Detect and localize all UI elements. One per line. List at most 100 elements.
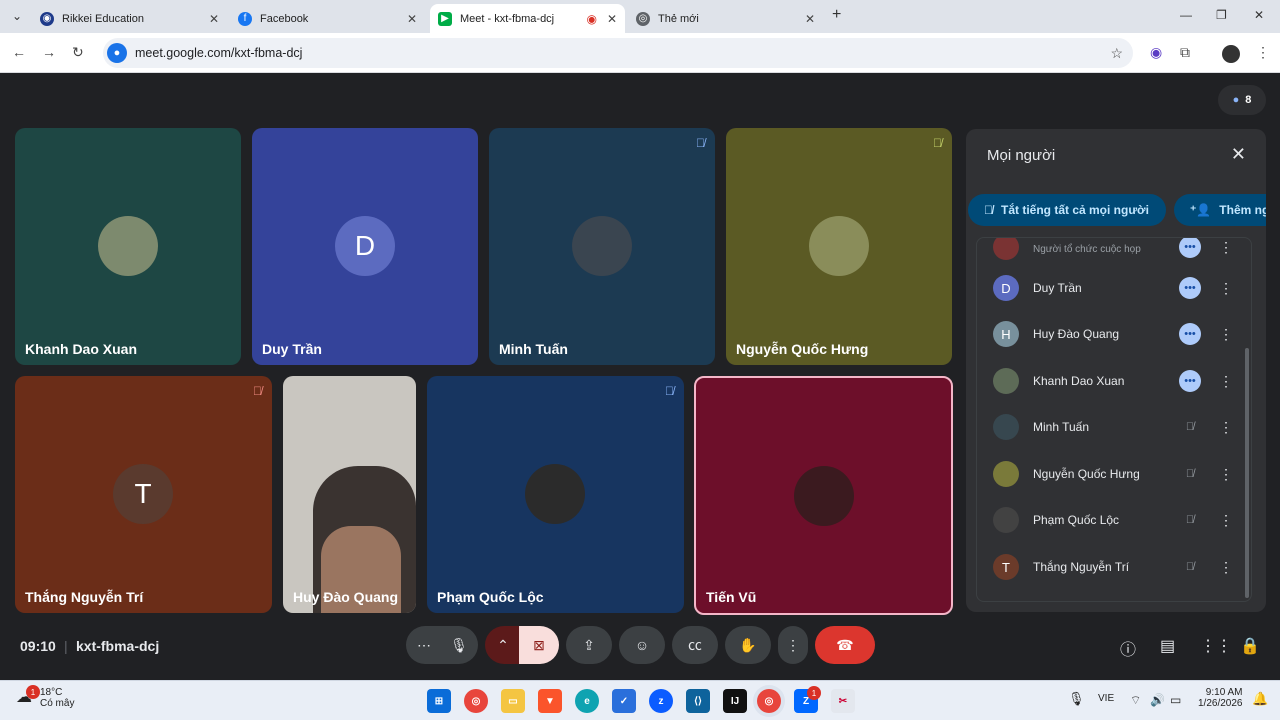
audio-options-button[interactable]: ⋯ <box>406 626 442 664</box>
recording-icon: ◉ <box>586 11 597 26</box>
add-people-button[interactable]: ⁺👤 Thêm người <box>1174 194 1266 226</box>
browser-menu-icon[interactable]: ⋮ <box>1256 44 1270 61</box>
list-item[interactable]: Khanh Dao Xuan ••• ⋮ <box>977 358 1251 404</box>
minimize-icon[interactable]: — <box>1180 8 1192 22</box>
reload-icon[interactable]: ↻ <box>72 44 84 61</box>
edge-icon[interactable]: e <box>575 689 599 713</box>
video-tile[interactable]: 🎙̸ T Thắng Nguyễn Trí <box>15 376 272 613</box>
close-panel-icon[interactable]: ✕ <box>1231 144 1246 165</box>
windows-start-icon[interactable]: ⊞ <box>427 689 451 713</box>
list-item[interactable]: Minh Tuấn 🎙̸ ⋮ <box>977 404 1251 450</box>
video-tile[interactable]: 🎙̸ Phạm Quốc Lộc <box>427 376 684 613</box>
list-item[interactable]: D Duy Trần ••• ⋮ <box>977 265 1251 311</box>
close-tab-icon[interactable]: ✕ <box>805 12 815 26</box>
close-window-icon[interactable]: ✕ <box>1254 8 1264 22</box>
profile-avatar[interactable] <box>1222 45 1240 63</box>
more-options-icon[interactable]: ⋮ <box>1219 326 1233 343</box>
video-tile-active-speaker[interactable]: Tiến Vũ <box>694 376 953 615</box>
system-clock[interactable]: 9:10 AM 1/26/2026 <box>1198 687 1243 709</box>
tab-title: Meet - kxt-fbma-dcj <box>460 12 555 25</box>
back-icon[interactable]: ← <box>12 44 26 60</box>
notification-bell-icon[interactable]: 🔔 <box>1252 691 1268 707</box>
intellij-icon[interactable]: IJ <box>723 689 747 713</box>
more-options-icon[interactable]: ⋮ <box>1219 559 1233 576</box>
list-item[interactable]: T Thắng Nguyễn Trí 🎙̸ ⋮ <box>977 544 1251 590</box>
more-options-icon[interactable]: ⋮ <box>1219 466 1233 483</box>
more-options-icon[interactable]: ⋮ <box>1219 419 1233 436</box>
avatar <box>993 461 1019 487</box>
url-text[interactable]: meet.google.com/kxt-fbma-dcj <box>135 46 302 60</box>
microphone-tray-icon[interactable]: 🎙 <box>1068 691 1085 707</box>
tab-meet[interactable]: ▶ Meet - kxt-fbma-dcj ◉ ✕ <box>430 4 625 33</box>
chat-icon[interactable]: ▤ <box>1160 636 1175 656</box>
list-item[interactable]: H Huy Đào Quang ••• ⋮ <box>977 311 1251 357</box>
snipping-tool-icon[interactable]: ✂ <box>831 689 855 713</box>
rikkei-favicon: ◉ <box>40 11 54 26</box>
host-label: Người tổ chức cuộc họp <box>1033 244 1141 255</box>
brave-icon[interactable]: ▼ <box>538 689 562 713</box>
close-tab-icon[interactable]: ✕ <box>209 12 219 26</box>
camera-toggle-button[interactable]: ⊠ <box>519 626 559 664</box>
video-tile[interactable]: Huy Đào Quang <box>283 376 416 613</box>
avatar <box>993 507 1019 533</box>
input-language[interactable]: VIE <box>1098 693 1114 704</box>
extensions-puzzle-icon[interactable]: ⧉ <box>1180 44 1190 61</box>
mic-muted-icon[interactable]: 🎙̸ <box>1179 463 1201 485</box>
more-options-icon[interactable]: ⋮ <box>1219 239 1233 256</box>
chrome-active-icon[interactable]: ◎ <box>757 689 781 713</box>
battery-icon[interactable]: ▭ <box>1170 693 1181 707</box>
tab-rikkei[interactable]: ◉ Rikkei Education ✕ <box>32 4 227 33</box>
close-tab-icon[interactable]: ✕ <box>607 12 617 26</box>
mic-muted-icon[interactable]: 🎙̸ <box>1179 416 1201 438</box>
more-options-icon[interactable]: ⋮ <box>1219 280 1233 297</box>
mute-all-label: Tắt tiếng tất cả mọi người <box>1001 203 1149 217</box>
more-options-icon[interactable]: ⋮ <box>1219 373 1233 390</box>
list-item[interactable]: Nguyễn Quốc Hưng 🎙̸ ⋮ <box>977 451 1251 497</box>
raise-hand-button[interactable]: ✋ <box>725 626 771 664</box>
mic-in-use-icon[interactable]: ● <box>107 43 127 63</box>
bookmark-star-icon[interactable]: ☆ <box>1110 45 1123 62</box>
video-tile[interactable]: Khanh Dao Xuan <box>15 128 241 365</box>
weather-widget[interactable]: ☁ 18°C Có mây <box>16 687 74 709</box>
leave-call-button[interactable]: ☎ <box>815 626 875 664</box>
video-tile[interactable]: 🎙̸ Minh Tuấn <box>489 128 715 365</box>
list-item[interactable]: Phạm Quốc Lộc 🎙̸ ⋮ <box>977 497 1251 543</box>
zoom-icon[interactable]: z <box>649 689 673 713</box>
file-explorer-icon[interactable]: ▭ <box>501 689 525 713</box>
meeting-info-icon[interactable]: ⓘ <box>1120 636 1136 660</box>
host-controls-lock-icon[interactable]: 🔒 <box>1240 636 1260 656</box>
forward-icon[interactable]: → <box>42 44 56 60</box>
mic-muted-icon: 🎙̸ <box>665 384 674 398</box>
mute-all-button[interactable]: 🎙̸ Tắt tiếng tất cả mọi người <box>968 194 1166 226</box>
more-options-icon[interactable]: ⋮ <box>1219 512 1233 529</box>
camera-off-icon: ⊠ <box>533 636 545 653</box>
tab-search-icon[interactable]: ⌄ <box>12 9 22 23</box>
scrollbar[interactable] <box>1245 348 1249 598</box>
microphone-button[interactable]: 🎙 <box>440 626 478 664</box>
more-options-button[interactable]: ⋮ <box>778 626 808 664</box>
present-screen-button[interactable]: ⇪ <box>566 626 612 664</box>
participant-name: Phạm Quốc Lộc <box>1033 513 1120 527</box>
video-tile[interactable]: 🎙̸ Nguyễn Quốc Hưng <box>726 128 952 365</box>
maximize-icon[interactable]: ❐ <box>1216 8 1227 22</box>
extension-icon[interactable]: ◉ <box>1150 44 1162 61</box>
tab-new[interactable]: ◎ Thẻ mới ✕ <box>628 4 823 33</box>
mic-muted-icon[interactable]: 🎙̸ <box>1179 556 1201 578</box>
mic-muted-icon[interactable]: 🎙̸ <box>1179 509 1201 531</box>
video-tile[interactable]: D Duy Trần <box>252 128 478 365</box>
video-options-button[interactable]: ⌃ <box>485 626 521 664</box>
vscode-icon[interactable]: ⟨⟩ <box>686 689 710 713</box>
tab-facebook[interactable]: f Facebook ✕ <box>230 4 425 33</box>
new-tab-icon[interactable]: + <box>832 6 841 24</box>
address-bar[interactable]: ● meet.google.com/kxt-fbma-dcj ☆ <box>103 38 1133 68</box>
tab-title: Rikkei Education <box>62 12 144 25</box>
app-icon[interactable]: ✓ <box>612 689 636 713</box>
emoji-reaction-button[interactable]: ☺ <box>619 626 665 664</box>
participants-button[interactable]: ● 8 <box>1218 85 1266 115</box>
captions-button[interactable]: ㏄ <box>672 626 718 664</box>
volume-icon[interactable]: 🔊 <box>1150 693 1165 707</box>
activities-grid-icon[interactable]: ⋮⋮ <box>1200 636 1232 656</box>
chrome-icon[interactable]: ◎ <box>464 689 488 713</box>
close-tab-icon[interactable]: ✕ <box>407 12 417 26</box>
wifi-icon[interactable]: ⌔ <box>1130 693 1141 708</box>
